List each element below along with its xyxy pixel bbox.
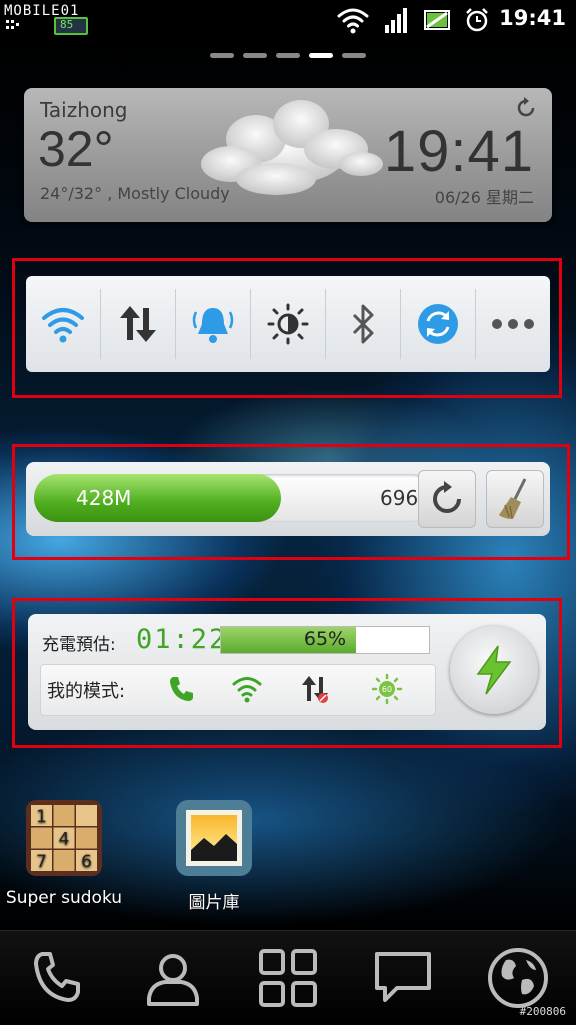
app-super-sudoku[interactable]: 147 6 Super sudoku [6, 798, 122, 908]
notification-grid-icon [6, 20, 19, 29]
sudoku-cell [53, 850, 75, 871]
page-dot [309, 53, 333, 58]
sudoku-digit: 4 [59, 830, 70, 850]
page-dot [243, 53, 267, 58]
dock-app-drawer[interactable] [248, 938, 328, 1018]
watermark: #200806 [519, 1005, 566, 1018]
sudoku-icon: 147 6 [26, 800, 102, 876]
sudoku-digit: 7 [36, 852, 47, 872]
app-grid-icon [258, 949, 317, 1007]
widget-date: 06/26 星期二 [434, 188, 534, 207]
cloud-icon [201, 100, 383, 195]
gallery-icon [176, 800, 252, 876]
sudoku-cell [76, 827, 97, 849]
battery-charging-icon [424, 10, 450, 30]
alarm-icon [466, 8, 488, 32]
app-label: 圖片庫 [188, 893, 240, 913]
highlight-box-toggles [12, 258, 562, 398]
sudoku-cell [76, 805, 97, 826]
widget-clock: 19:41 [383, 119, 534, 184]
dock [0, 930, 576, 1025]
page-dot [342, 53, 366, 58]
page-dot [210, 53, 234, 58]
status-bar: MOBILE01 85 19:41 [0, 0, 576, 40]
home-page-indicator[interactable] [0, 53, 576, 58]
app-gallery[interactable]: 圖片庫 [174, 798, 254, 913]
refresh-icon[interactable] [514, 96, 538, 120]
weather-temperature: 32° [38, 121, 114, 177]
weather-city: Taizhong [40, 98, 128, 122]
wifi-icon [337, 8, 369, 34]
dock-contacts[interactable] [133, 938, 213, 1018]
sudoku-cell [53, 805, 75, 826]
sudoku-digit: 6 [81, 852, 92, 872]
dock-phone[interactable] [18, 938, 98, 1018]
message-icon [375, 952, 432, 1002]
weather-clock-widget[interactable]: Taizhong 32° 24°/32° , Mostly Cloudy 19:… [24, 88, 552, 222]
status-battery-notification: 85 [54, 17, 88, 35]
app-label: Super sudoku [5, 888, 123, 908]
sudoku-digit: 1 [36, 807, 47, 827]
page-dot [276, 53, 300, 58]
dock-messages[interactable] [363, 938, 443, 1018]
sudoku-cell [31, 827, 52, 849]
highlight-box-battery [12, 598, 562, 748]
contacts-icon [146, 954, 199, 1006]
phone-icon [33, 952, 80, 1002]
signal-icon [385, 8, 407, 33]
globe-icon [488, 948, 549, 1008]
highlight-box-memory [12, 444, 570, 560]
status-battery-level: 85 [60, 18, 74, 31]
status-clock: 19:41 [499, 6, 566, 30]
